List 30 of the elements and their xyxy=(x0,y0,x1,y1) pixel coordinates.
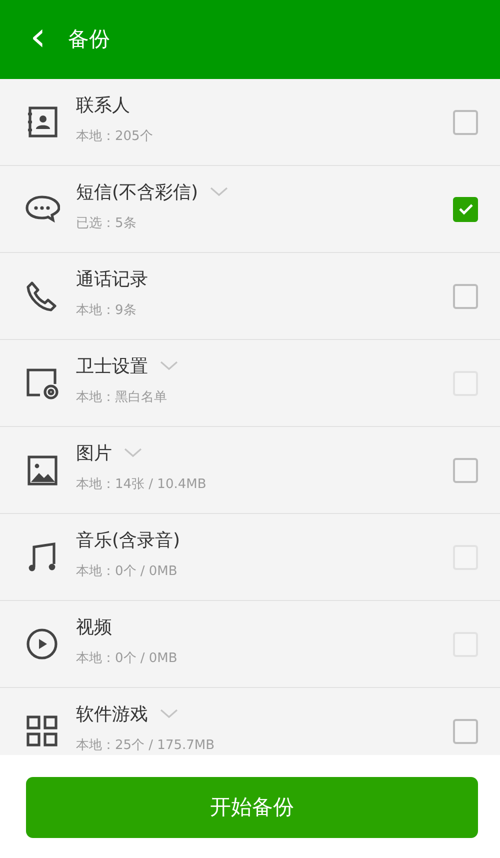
item-subtitle: 本地：25个 / 175.7MB xyxy=(76,736,216,755)
item-title: 图片 xyxy=(76,442,112,466)
checkbox[interactable] xyxy=(453,110,478,134)
item-subtitle: 本地：0个 / 0MB xyxy=(76,562,178,581)
item-subtitle: 本地：黑白名单 xyxy=(76,388,168,407)
chevron-down-icon[interactable] xyxy=(210,187,228,198)
item-title: 视频 xyxy=(76,616,112,640)
item-title: 软件游戏 xyxy=(76,702,148,727)
item-title: 卫士设置 xyxy=(76,354,148,379)
checkbox[interactable] xyxy=(453,458,478,482)
chevron-down-icon[interactable] xyxy=(124,448,142,458)
app-grid-icon xyxy=(24,713,60,749)
checkbox[interactable] xyxy=(453,718,478,744)
page-title: 备份 xyxy=(68,26,110,53)
chevron-down-icon[interactable] xyxy=(160,709,178,720)
checkbox[interactable] xyxy=(453,284,478,308)
item-subtitle: 本地：14张 / 10.4MB xyxy=(76,476,208,494)
item-title: 联系人 xyxy=(76,94,130,118)
item-title: 短信(不含彩信) xyxy=(76,180,198,205)
back-button[interactable]: ‹ xyxy=(26,16,50,56)
checkbox[interactable] xyxy=(453,196,478,222)
item-subtitle: 本地：9条 xyxy=(76,302,138,320)
item-title: 通话记录 xyxy=(76,268,148,292)
item-subtitle: 本地：0个 / 0MB xyxy=(76,650,178,668)
check-icon xyxy=(458,203,474,215)
start-backup-button[interactable]: 开始备份 xyxy=(26,777,478,838)
item-subtitle: 本地：205个 xyxy=(76,128,154,146)
item-title: 音乐(含录音) xyxy=(76,528,180,553)
item-subtitle: 已选：5条 xyxy=(76,214,138,233)
play-circle-icon xyxy=(24,626,60,662)
